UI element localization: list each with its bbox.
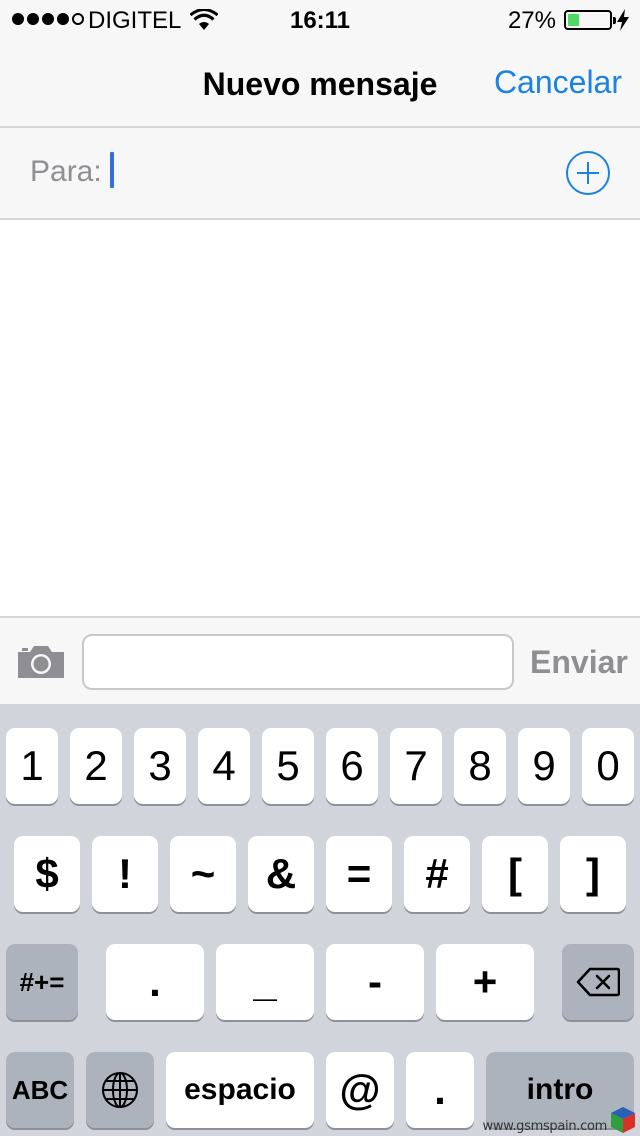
key-4[interactable]: 4 <box>198 728 250 804</box>
key-3[interactable]: 3 <box>134 728 186 804</box>
key-dot[interactable]: . <box>406 1052 474 1128</box>
message-input[interactable] <box>82 634 514 690</box>
globe-icon <box>102 1072 138 1108</box>
key-hash[interactable]: # <box>404 836 470 912</box>
conversation-area <box>0 220 640 616</box>
battery-level <box>568 14 579 26</box>
key-0[interactable]: 0 <box>582 728 634 804</box>
key-8[interactable]: 8 <box>454 728 506 804</box>
key-exclamation[interactable]: ! <box>92 836 158 912</box>
camera-icon[interactable] <box>16 644 66 680</box>
key-equals[interactable]: = <box>326 836 392 912</box>
battery-icon <box>564 10 616 30</box>
key-6[interactable]: 6 <box>326 728 378 804</box>
watermark-text: www.gsmspain.com <box>482 1119 608 1134</box>
cancel-button[interactable]: Cancelar <box>494 64 622 101</box>
watermark: www.gsmspain.com <box>483 1106 636 1134</box>
key-at[interactable]: @ <box>326 1052 394 1128</box>
status-bar: DIGITEL 16:11 27% <box>0 0 640 40</box>
globe-key[interactable] <box>86 1052 154 1128</box>
battery-percent: 27% <box>507 7 556 34</box>
compose-bar: Enviar <box>0 616 640 704</box>
key-left-bracket[interactable]: [ <box>482 836 548 912</box>
recipient-row[interactable]: Para: <box>0 128 640 220</box>
key-tilde[interactable]: ~ <box>170 836 236 912</box>
backspace-icon <box>576 967 620 997</box>
key-abc[interactable]: ABC <box>6 1052 74 1128</box>
key-5[interactable]: 5 <box>262 728 314 804</box>
key-9[interactable]: 9 <box>518 728 570 804</box>
logo-cube-icon <box>611 1107 635 1133</box>
nav-bar: Nuevo mensaje Cancelar <box>0 40 640 128</box>
backspace-key[interactable] <box>562 944 634 1020</box>
key-underscore[interactable]: _ <box>216 944 314 1020</box>
key-2[interactable]: 2 <box>70 728 122 804</box>
key-period[interactable]: . <box>106 944 204 1020</box>
key-dollar[interactable]: $ <box>14 836 80 912</box>
key-7[interactable]: 7 <box>390 728 442 804</box>
key-plus[interactable]: + <box>436 944 534 1020</box>
text-cursor <box>110 152 114 188</box>
key-more-symbols[interactable]: #+= <box>6 944 78 1020</box>
charging-bolt-icon <box>617 9 629 31</box>
recipient-label: Para: <box>30 155 102 188</box>
keyboard: 1 2 3 4 5 6 7 8 9 0 $ ! ~ & = # [ ] #+= … <box>0 704 640 1136</box>
key-1[interactable]: 1 <box>6 728 58 804</box>
key-right-bracket[interactable]: ] <box>560 836 626 912</box>
add-contact-button[interactable] <box>566 151 610 195</box>
key-minus[interactable]: - <box>326 944 424 1020</box>
space-key[interactable]: espacio <box>166 1052 314 1128</box>
send-button[interactable]: Enviar <box>530 644 628 681</box>
key-ampersand[interactable]: & <box>248 836 314 912</box>
